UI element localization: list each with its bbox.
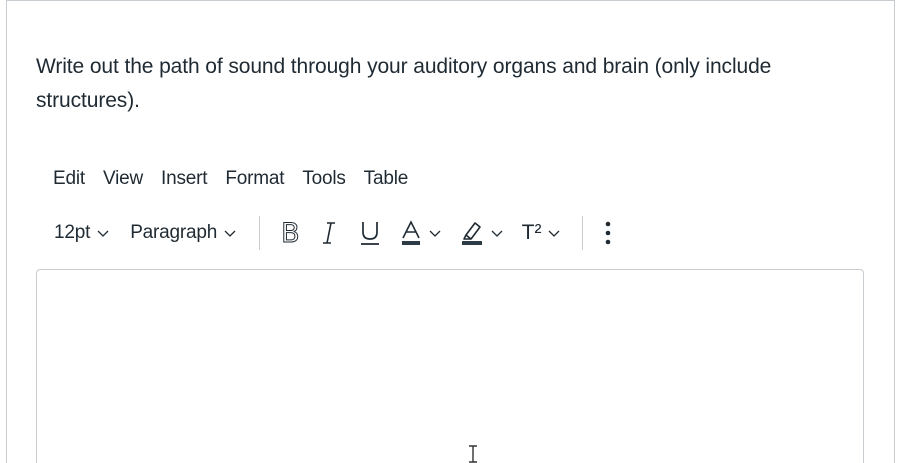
question-text: Write out the path of sound through your… xyxy=(36,55,772,112)
editor-menubar: Edit View Insert Format Tools Table xyxy=(44,164,417,194)
underline-icon xyxy=(358,219,382,247)
bold-icon: B xyxy=(281,217,301,249)
menu-table[interactable]: Table xyxy=(355,166,417,192)
bold-button[interactable]: B xyxy=(272,215,309,251)
chevron-down-icon xyxy=(428,226,442,240)
menu-view[interactable]: View xyxy=(94,166,152,192)
editor-toolbar: 12pt Paragraph B T² xyxy=(44,213,621,253)
chevron-down-icon xyxy=(547,226,561,240)
font-size-dropdown[interactable]: 12pt xyxy=(44,218,120,248)
menu-insert[interactable]: Insert xyxy=(152,166,216,192)
ibeam-cursor-icon xyxy=(467,445,479,463)
more-options-button[interactable] xyxy=(595,215,621,251)
highlight-icon xyxy=(460,219,484,247)
text-color-button[interactable] xyxy=(391,215,451,251)
more-options-icon xyxy=(604,220,612,246)
font-size-value: 12pt xyxy=(54,222,91,243)
superscript-button[interactable]: T² xyxy=(513,215,571,251)
toolbar-divider xyxy=(259,216,261,250)
italic-icon xyxy=(318,220,340,246)
toolbar-divider xyxy=(582,216,584,250)
highlight-button[interactable] xyxy=(451,215,513,251)
superscript-icon: T² xyxy=(521,221,542,244)
underline-button[interactable] xyxy=(349,215,391,251)
italic-button[interactable] xyxy=(309,215,349,251)
chevron-down-icon xyxy=(223,226,237,240)
chevron-down-icon xyxy=(490,226,504,240)
chevron-down-icon xyxy=(96,226,110,240)
block-format-dropdown[interactable]: Paragraph xyxy=(120,218,247,248)
menu-edit[interactable]: Edit xyxy=(44,166,94,192)
block-format-value: Paragraph xyxy=(130,222,218,243)
page: Write out the path of sound through your… xyxy=(0,0,900,463)
text-color-icon xyxy=(400,219,422,247)
rich-text-editor-area[interactable] xyxy=(36,269,864,463)
menu-format[interactable]: Format xyxy=(216,166,293,192)
menu-tools[interactable]: Tools xyxy=(293,166,354,192)
